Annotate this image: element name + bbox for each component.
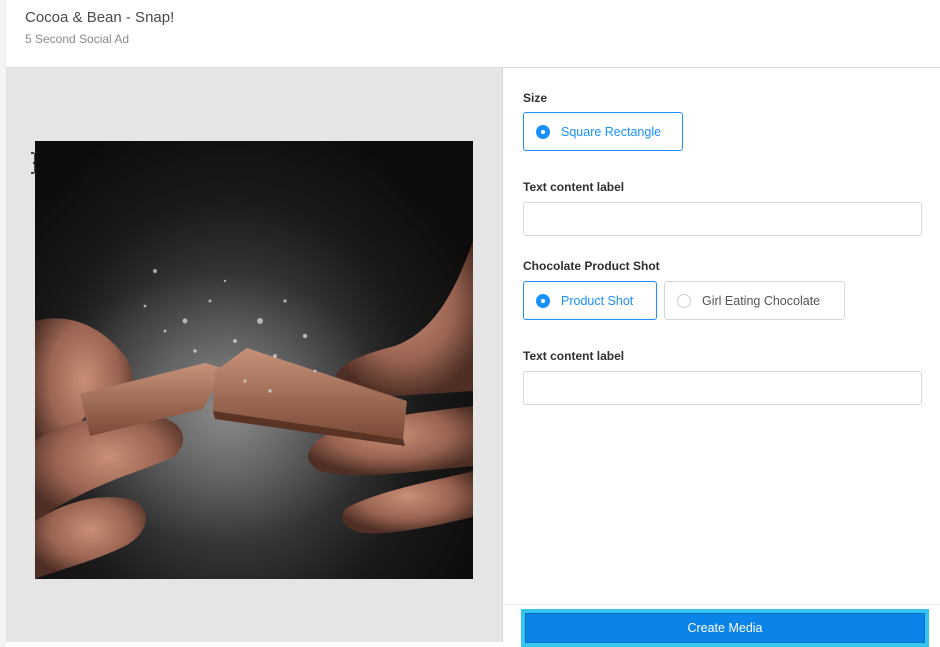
text-content-label-2: Text content label [523,349,625,363]
shot-option-product-shot[interactable]: Product Shot [523,281,657,320]
radio-selected-icon [536,124,550,139]
ad-preview-area [6,68,503,642]
radio-selected-icon [536,293,550,308]
chocolate-photo [35,141,473,579]
page-subtitle: 5 Second Social Ad [25,32,130,46]
text-content-input-1[interactable] [523,202,922,236]
shot-option-label: Girl Eating Chocolate [702,293,821,308]
text-content-input-2[interactable] [523,371,922,405]
product-shot-label: Chocolate Product Shot [523,259,660,273]
create-media-button[interactable]: Create Media [521,609,929,647]
page-header: Cocoa & Bean - Snap! 5 Second Social Ad [6,0,940,68]
ad-settings-panel: Size Square Rectangle Text content label… [504,68,940,604]
radio-unselected-icon [677,293,691,308]
panel-footer: Create Media [504,604,940,647]
size-label: Size [523,91,548,105]
page-title: Cocoa & Bean - Snap! [25,9,175,26]
text-content-label-1: Text content label [523,180,625,194]
size-option-square-rectangle[interactable]: Square Rectangle [523,112,683,151]
shot-option-label: Product Shot [561,293,634,308]
text-cursor-icon [31,152,39,174]
chocolate-photo-illustration [35,241,473,579]
size-option-label: Square Rectangle [561,124,662,139]
shot-option-girl-eating-chocolate[interactable]: Girl Eating Chocolate [664,281,845,320]
